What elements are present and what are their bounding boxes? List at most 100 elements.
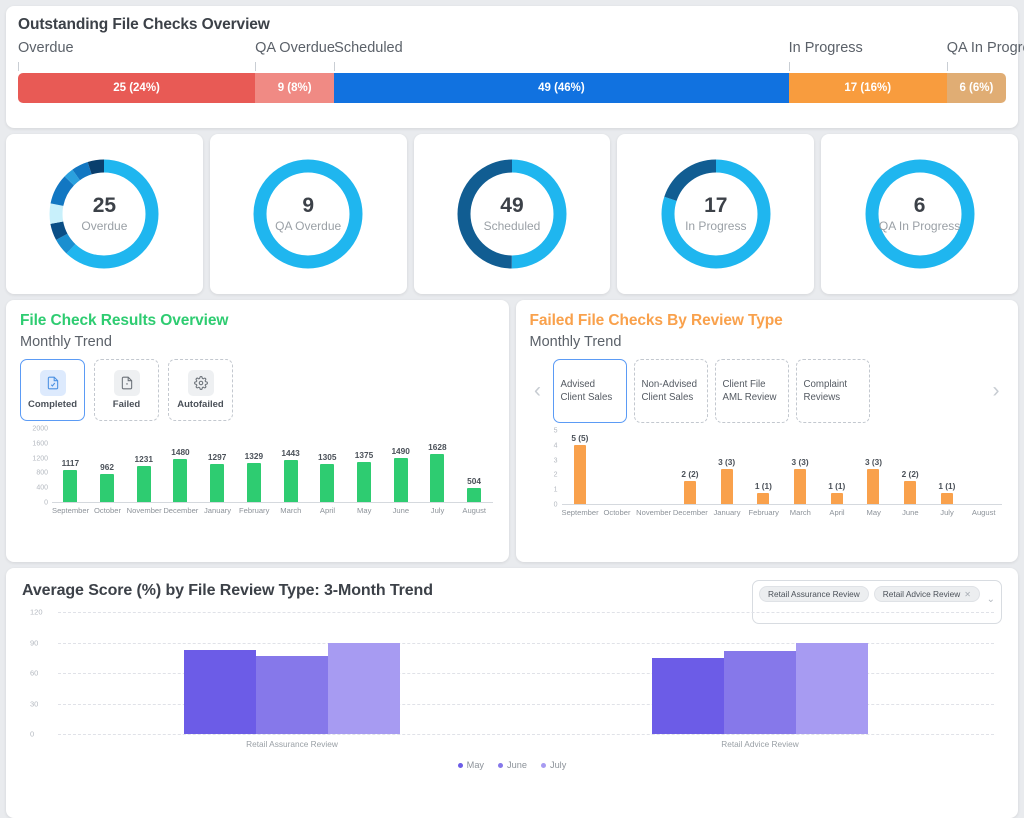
- review-type-tab[interactable]: Client File AML Review: [714, 359, 789, 423]
- x-axis-label: December: [672, 508, 708, 517]
- bar-column: 1117: [52, 429, 89, 503]
- bar[interactable]: [683, 481, 696, 505]
- bar-column: 1375: [346, 429, 383, 503]
- bar[interactable]: [246, 463, 261, 503]
- legend-item[interactable]: June: [498, 760, 527, 770]
- stacked-bar-segment[interactable]: 9 (8%): [255, 73, 335, 103]
- chevron-left-icon[interactable]: ‹: [530, 379, 546, 403]
- donut-card-3[interactable]: 49 Scheduled: [413, 134, 611, 294]
- bar-column: 2 (2): [672, 431, 709, 505]
- average-score-card: Average Score (%) by File Review Type: 3…: [6, 568, 1018, 818]
- grouped-bar[interactable]: [256, 612, 328, 734]
- donut-card-2[interactable]: 9 QA Overdue: [209, 134, 407, 294]
- tab-autofailed[interactable]: Autofailed: [168, 359, 233, 421]
- bar[interactable]: [867, 469, 880, 505]
- bar-value-label: 3 (3): [864, 457, 882, 467]
- donut-chart: 49 Scheduled: [449, 151, 575, 277]
- y-axis-tick: 2000: [32, 425, 48, 433]
- bar[interactable]: [430, 454, 445, 503]
- bar[interactable]: [173, 458, 188, 503]
- donut-card-1[interactable]: 25 Overdue: [6, 134, 203, 294]
- bar-value-label: 1329: [244, 451, 264, 462]
- bar-value-label: 2 (2): [901, 469, 919, 479]
- bar-column: 504: [456, 429, 493, 503]
- grouped-bar[interactable]: [184, 612, 256, 734]
- legend-item[interactable]: July: [540, 760, 567, 770]
- legend-label: July: [549, 760, 567, 770]
- file-check-results-subtitle: Monthly Trend: [20, 334, 112, 350]
- bar-column: 1480: [162, 429, 199, 503]
- bar-value-label: 1 (1): [938, 481, 956, 491]
- bar[interactable]: [210, 464, 225, 503]
- legend-dot: [457, 762, 463, 768]
- gridline-label: 0: [30, 729, 35, 739]
- grouped-bar[interactable]: [796, 612, 868, 734]
- stacked-bar-segment[interactable]: 49 (46%): [334, 73, 789, 103]
- bar-value-label: 1 (1): [828, 481, 846, 491]
- stacked-bar-segment[interactable]: 25 (24%): [18, 73, 256, 103]
- bar[interactable]: [100, 474, 115, 503]
- grouped-bar[interactable]: [328, 612, 400, 734]
- chevron-down-icon[interactable]: ⌄: [987, 594, 995, 605]
- bar-column: 1305: [309, 429, 346, 503]
- review-type-tab[interactable]: Complaint Reviews: [795, 359, 870, 423]
- stacked-bar-segment[interactable]: 6 (6%): [946, 73, 1006, 103]
- green-chart-bars: 1117 962 1231 1480 1297 1329 1443 1305 1375 1490 1…: [52, 429, 493, 503]
- bar[interactable]: [904, 481, 917, 505]
- bar[interactable]: [136, 466, 151, 503]
- tab-completed[interactable]: Completed: [20, 359, 85, 421]
- x-axis-label: October: [93, 506, 121, 515]
- y-axis-tick: 800: [36, 469, 48, 477]
- tab-label: Failed: [112, 398, 141, 410]
- bar-column: 1 (1): [818, 431, 855, 505]
- bar-column: [635, 431, 672, 505]
- bar[interactable]: [356, 461, 371, 503]
- bar-column: 5 (5): [562, 431, 599, 505]
- bar[interactable]: [320, 463, 335, 503]
- legend-label: May: [466, 760, 485, 770]
- gridline-label: 90: [30, 638, 39, 647]
- legend-item[interactable]: May: [457, 760, 485, 770]
- green-chart-x-labels: September October November December January F…: [52, 506, 493, 515]
- bar[interactable]: [720, 469, 733, 505]
- review-type-tab[interactable]: Non-Advised Client Sales: [633, 359, 708, 423]
- bar-value-label: 5 (5): [571, 433, 589, 443]
- filter-chip[interactable]: Retail Advice Review ✕: [873, 586, 980, 602]
- stacked-bar-segment[interactable]: 17 (16%): [788, 73, 947, 103]
- bar-column: 1 (1): [745, 431, 782, 505]
- remove-chip-icon[interactable]: ✕: [964, 590, 971, 599]
- bar[interactable]: [573, 445, 586, 505]
- x-axis-label: November: [126, 506, 162, 515]
- bar-value-label: 1375: [354, 449, 374, 460]
- review-type-tab-label: Client File AML Review: [722, 378, 777, 403]
- donut-stats-row: 25 Overdue 9 QA Overdue 49 Scheduled 17 In Prog…: [6, 134, 1018, 294]
- bar-value-label: 962: [100, 462, 114, 473]
- donut-chart: 9 QA Overdue: [245, 151, 371, 277]
- filter-chip[interactable]: Retail Assurance Review: [759, 586, 869, 602]
- bar-value-label: 1443: [281, 447, 300, 458]
- chevron-right-icon[interactable]: ›: [988, 379, 1004, 403]
- bar[interactable]: [393, 458, 408, 503]
- donut-chart: 6 QA In Progress: [857, 151, 983, 277]
- review-type-tab[interactable]: Advised Client Sales: [552, 359, 627, 423]
- gridline-label: 30: [30, 699, 39, 708]
- overview-segment-tick: [18, 62, 19, 71]
- stacked-status-bar[interactable]: 25 (24%) 9 (8%) 49 (46%) 17 (16%) 6 (6%): [18, 73, 1006, 103]
- grouped-bar[interactable]: [652, 612, 724, 734]
- x-axis-label: May: [357, 506, 372, 515]
- bar[interactable]: [63, 469, 78, 503]
- bar-value-label: 1490: [391, 446, 410, 457]
- donut-card-4[interactable]: 17 In Progress: [617, 134, 815, 294]
- grouped-bar[interactable]: [724, 612, 796, 734]
- bar-column: [965, 431, 1002, 505]
- bar-value-label: 1305: [318, 451, 337, 462]
- tab-failed[interactable]: Failed: [94, 359, 159, 421]
- x-axis-label: May: [866, 508, 881, 517]
- bar-column: 1329: [236, 429, 273, 503]
- donut-card-5[interactable]: 6 QA In Progress: [821, 134, 1018, 294]
- bar[interactable]: [283, 459, 298, 503]
- y-axis-tick: 3: [553, 457, 558, 465]
- overview-segment-tick: [946, 62, 948, 71]
- x-axis-label: December: [163, 506, 199, 515]
- bar[interactable]: [794, 469, 807, 505]
